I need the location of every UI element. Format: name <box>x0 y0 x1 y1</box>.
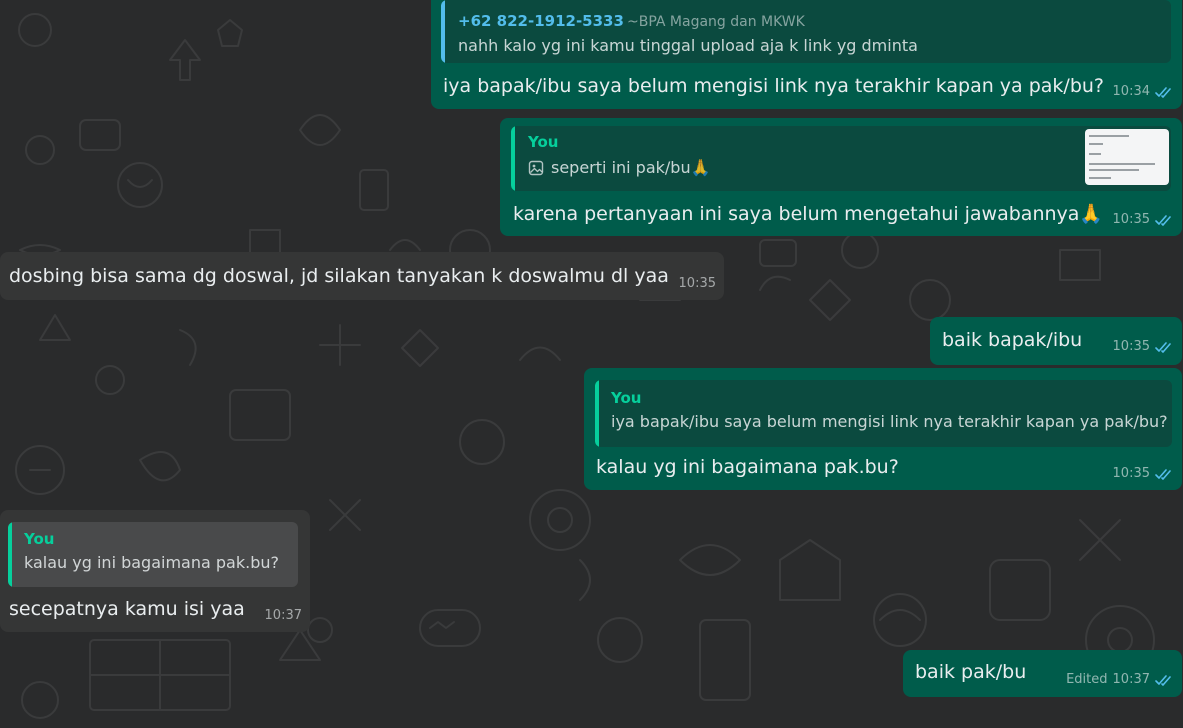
quote-text: nahh kalo yg ini kamu tinggal upload aja… <box>458 36 918 55</box>
outgoing-message[interactable]: You seperti ini pak/bu🙏 karena pertanyaa… <box>500 118 1182 236</box>
message-time: 10:35 <box>1112 339 1150 354</box>
double-check-read-icon <box>1155 468 1171 480</box>
message-text: secepatnya kamu isi yaa <box>9 598 245 620</box>
quoted-message[interactable]: You iya bapak/ibu saya belum mengisi lin… <box>595 380 1172 447</box>
message-text: iya bapak/ibu saya belum mengisi link ny… <box>443 75 1105 97</box>
message-meta: Edited 10:37 <box>1066 672 1172 688</box>
message-text: baik bapak/ibu <box>942 329 1083 351</box>
message-time: 10:37 <box>1112 672 1150 687</box>
quoted-message[interactable]: You kalau yg ini bagaimana pak.bu? <box>8 522 298 587</box>
quoted-message[interactable]: You seperti ini pak/bu🙏 <box>511 126 1171 191</box>
message-time: 10:35 <box>678 276 716 291</box>
quote-author: You <box>528 133 559 151</box>
double-check-read-icon <box>1155 86 1171 98</box>
incoming-message[interactable]: dosbing bisa sama dg doswal, jd silakan … <box>0 252 724 300</box>
double-check-read-icon <box>1155 341 1171 353</box>
message-text: karena pertanyaan ini saya belum mengeta… <box>513 203 1104 225</box>
quote-author: You <box>611 389 642 407</box>
quote-author-phone: +62 822-1912-5333 <box>458 12 624 30</box>
double-check-read-icon <box>1155 214 1171 226</box>
message-meta: 10:37 <box>265 608 302 624</box>
image-icon <box>528 160 544 176</box>
quote-author-name: ~BPA Magang dan MKWK <box>627 14 805 30</box>
message-time: 10:37 <box>264 608 302 623</box>
double-check-read-icon <box>1155 674 1171 686</box>
outgoing-message[interactable]: You iya bapak/ibu saya belum mengisi lin… <box>584 368 1182 490</box>
message-meta: 10:35 <box>679 276 716 292</box>
quote-text: iya bapak/ibu saya belum mengisi link ny… <box>611 412 1168 431</box>
message-text: kalau yg ini bagaimana pak.bu? <box>596 456 899 478</box>
edited-label: Edited <box>1066 672 1108 687</box>
quote-accent-bar <box>8 522 12 587</box>
message-meta: 10:34 <box>1113 84 1172 100</box>
quote-text: seperti ini pak/bu🙏 <box>551 158 711 177</box>
quoted-image-thumbnail[interactable] <box>1085 129 1169 185</box>
outgoing-message[interactable]: baik pak/bu Edited 10:37 <box>903 650 1182 697</box>
outgoing-message[interactable]: baik bapak/ibu 10:35 <box>930 317 1182 365</box>
message-meta: 10:35 <box>1113 339 1172 355</box>
message-text: dosbing bisa sama dg doswal, jd silakan … <box>9 265 669 287</box>
quoted-message[interactable]: +62 822-1912-5333 ~BPA Magang dan MKWK n… <box>441 0 1171 63</box>
quote-accent-bar <box>595 380 599 447</box>
incoming-message[interactable]: You kalau yg ini bagaimana pak.bu? secep… <box>0 510 310 632</box>
message-text: baik pak/bu <box>915 661 1027 683</box>
quote-author: You <box>24 530 55 548</box>
quote-accent-bar <box>441 0 445 63</box>
quote-accent-bar <box>511 126 515 191</box>
message-time: 10:35 <box>1112 466 1150 481</box>
outgoing-message[interactable]: +62 822-1912-5333 ~BPA Magang dan MKWK n… <box>431 0 1182 109</box>
message-time: 10:35 <box>1112 212 1150 227</box>
message-time: 10:34 <box>1112 84 1150 99</box>
quote-text: kalau yg ini bagaimana pak.bu? <box>24 553 279 572</box>
message-meta: 10:35 <box>1113 212 1172 228</box>
message-meta: 10:35 <box>1113 466 1172 482</box>
